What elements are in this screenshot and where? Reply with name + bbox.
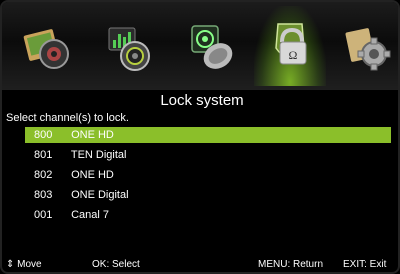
instruction-text: Select channel(s) to lock. <box>6 112 129 124</box>
tv-menu-screen: Ω Lock system Select channel(s) to lock.… <box>0 0 400 274</box>
channel-number: 001 <box>34 209 53 221</box>
channel-row[interactable]: 803 ONE Digital <box>25 187 391 203</box>
channel-row[interactable]: 801 TEN Digital <box>25 147 391 163</box>
channel-number: 802 <box>34 169 53 181</box>
lock-icon[interactable]: Ω <box>254 6 326 86</box>
settings-icon[interactable] <box>336 10 398 82</box>
channel-icon[interactable] <box>178 10 242 82</box>
channel-name: ONE HD <box>71 169 114 181</box>
channel-number: 801 <box>34 149 53 161</box>
picture-icon[interactable] <box>16 10 80 82</box>
sound-icon[interactable] <box>97 10 161 82</box>
channel-name: Canal 7 <box>71 209 109 221</box>
channel-list: 800 ONE HD 801 TEN Digital 802 ONE HD 80… <box>25 127 391 227</box>
menu-icon-bar: Ω <box>2 2 398 90</box>
footer-hints: ⇕ Move OK: Select MENU: Return EXIT: Exi… <box>2 258 398 272</box>
page-title: Lock system <box>160 92 244 109</box>
channel-name: ONE HD <box>71 129 114 141</box>
channel-number: 803 <box>34 189 53 201</box>
move-hint: ⇕ Move <box>6 259 42 270</box>
channel-row[interactable]: 802 ONE HD <box>25 167 391 183</box>
channel-row[interactable]: 001 Canal 7 <box>25 207 391 223</box>
channel-number: 800 <box>34 129 53 141</box>
select-hint: OK: Select <box>92 259 140 270</box>
return-hint: MENU: Return <box>258 259 324 270</box>
exit-hint: EXIT: Exit <box>343 259 387 270</box>
svg-text:Ω: Ω <box>289 48 298 62</box>
channel-name: ONE Digital <box>71 189 129 201</box>
channel-name: TEN Digital <box>70 149 127 161</box>
channel-row[interactable]: 800 ONE HD <box>25 127 391 143</box>
